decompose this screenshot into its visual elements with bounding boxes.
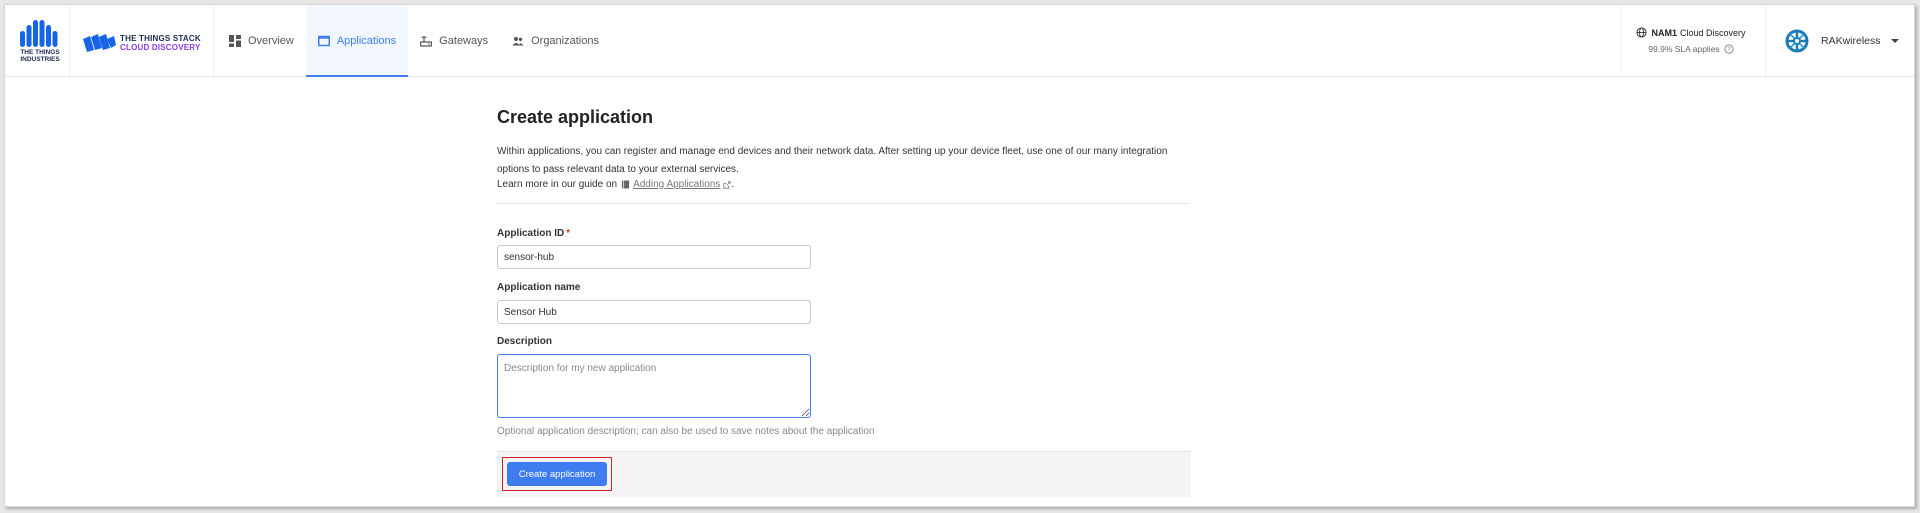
globe-icon: [1636, 27, 1648, 38]
router-icon: [420, 35, 433, 47]
section-divider: [497, 203, 1189, 204]
tti-logo-text: THE THINGS INDUSTRIES: [13, 49, 67, 63]
create-application-button[interactable]: Create application: [507, 462, 607, 486]
product-name: THE THINGS STACK: [120, 34, 201, 43]
adding-applications-link[interactable]: Adding Applications: [633, 179, 720, 190]
app-id-input[interactable]: [497, 245, 811, 269]
user-menu[interactable]: RAKwireless: [1783, 27, 1899, 55]
dashboard-icon: [229, 35, 241, 47]
svg-text:?: ?: [1727, 46, 1731, 53]
cluster-type: Cloud Discovery: [1679, 27, 1746, 38]
tti-logo-line1: THE THINGS: [20, 49, 60, 56]
nav-applications-label: Applications: [336, 35, 397, 47]
rak-logo-icon: [1783, 27, 1811, 55]
user-name: RAKwireless: [1821, 35, 1881, 47]
learn-more-line: Learn more in our guide on Adding Applic…: [497, 179, 734, 190]
nav-applications[interactable]: Applications: [305, 5, 409, 77]
nav-organizations-label: Organizations: [531, 35, 599, 47]
tti-logo-line2: INDUSTRIES: [20, 56, 60, 63]
learn-more-suffix: .: [731, 179, 735, 190]
learn-more-prefix: Learn more in our guide on: [497, 179, 618, 190]
app-name-input[interactable]: [497, 300, 811, 324]
tti-bars-icon: [20, 20, 58, 47]
product-edition: CLOUD DISCOVERY: [120, 43, 201, 52]
window-icon: [317, 35, 330, 47]
cluster-name: NAM1: [1651, 27, 1677, 38]
app-window: THE THINGS INDUSTRIES THE THINGS STACK C…: [4, 4, 1915, 507]
the-things-stack-logo[interactable]: THE THINGS STACK CLOUD DISCOVERY: [81, 31, 211, 55]
cluster-name-row: NAM1 Cloud Discovery: [1635, 27, 1747, 38]
description-help-text: Optional application description; can al…: [497, 426, 875, 437]
nav-gateways-label: Gateways: [439, 35, 489, 47]
header-separator: [213, 5, 214, 77]
header-separator: [1621, 5, 1622, 77]
sla-text: 99.9% SLA applies: [1648, 44, 1720, 54]
page-title: Create application: [497, 107, 654, 127]
sla-row: 99.9% SLA applies ?: [1635, 44, 1747, 54]
cluster-info[interactable]: NAM1 Cloud Discovery 99.9% SLA applies ?: [1635, 27, 1747, 54]
nav-overview[interactable]: Overview: [217, 5, 306, 77]
required-marker: *: [566, 228, 571, 239]
top-header: THE THINGS INDUSTRIES THE THINGS STACK C…: [5, 5, 1914, 77]
description-textarea[interactable]: [497, 354, 811, 418]
people-icon: [512, 35, 524, 47]
nav-overview-label: Overview: [248, 35, 294, 47]
header-separator: [1765, 5, 1766, 77]
chevron-down-icon: [1890, 39, 1899, 43]
nav-gateways[interactable]: Gateways: [408, 5, 500, 77]
app-name-label: Application name: [497, 282, 581, 293]
app-id-label: Application ID *: [497, 228, 570, 239]
book-icon: [621, 180, 630, 189]
external-link-icon: [723, 180, 731, 189]
app-id-label-text: Application ID: [497, 228, 565, 239]
stack-mark-icon: [83, 34, 116, 52]
the-things-industries-logo[interactable]: THE THINGS INDUSTRIES: [13, 19, 67, 65]
main-nav: Overview Applications Gateways Organizat…: [217, 5, 611, 77]
description-label: Description: [497, 336, 553, 347]
form-actions-bar: Create application: [497, 451, 1191, 497]
header-separator: [69, 5, 70, 77]
nav-organizations[interactable]: Organizations: [500, 5, 611, 77]
page-description: Within applications, you can register an…: [497, 146, 1168, 175]
help-circle-icon[interactable]: ?: [1724, 44, 1734, 54]
